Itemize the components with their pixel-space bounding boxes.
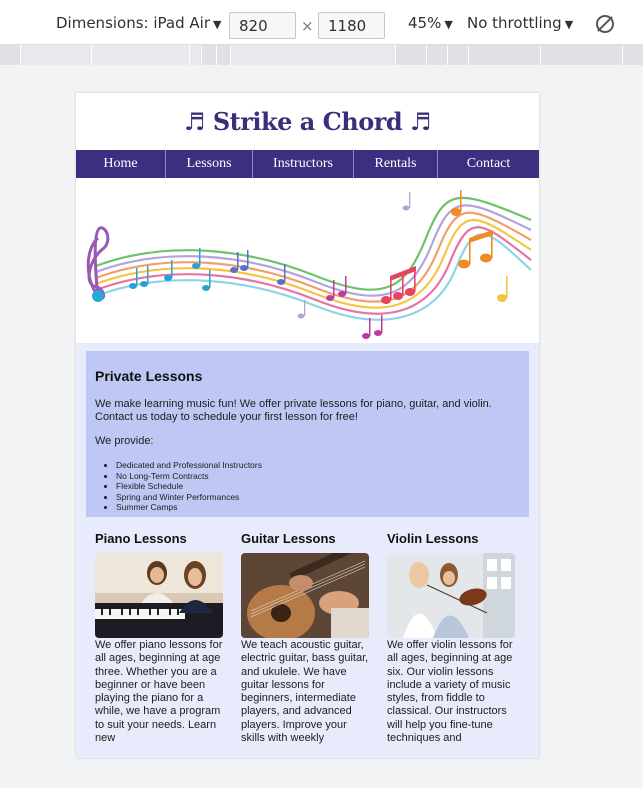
provide-label: We provide: xyxy=(95,435,154,447)
list-item: Dedicated and Professional Instructors xyxy=(116,460,520,471)
main-content: Private Lessons We make learning music f… xyxy=(76,343,539,758)
zoom-select[interactable]: 45% ▼ xyxy=(408,14,453,32)
device-viewport: ♬ Strike a Chord ♬ Home Lessons Instruct… xyxy=(76,93,539,758)
nav-home[interactable]: Home xyxy=(76,150,166,178)
throttle-label: No throttling xyxy=(467,14,562,32)
private-lessons-section: Private Lessons We make learning music f… xyxy=(86,351,529,517)
throttle-select[interactable]: No throttling ▼ xyxy=(467,14,573,32)
piano-lessons-heading: Piano Lessons xyxy=(95,531,187,546)
chevron-down-icon: ▼ xyxy=(212,18,222,31)
chevron-down-icon: ▼ xyxy=(564,18,574,31)
height-input[interactable]: 1180 xyxy=(318,12,385,39)
width-input[interactable]: 820 xyxy=(229,12,296,39)
zoom-label: 45% xyxy=(408,14,442,32)
list-item: Flexible Schedule xyxy=(116,481,520,492)
device-toolbar: Dimensions: iPad Air ▼ 820 × 1180 45% ▼ No… xyxy=(0,0,643,45)
piano-lessons-text: We offer piano lessons for all ages, beg… xyxy=(95,639,223,745)
private-lessons-intro: We make learning music fun! We offer pri… xyxy=(95,398,492,423)
piano-lessons-photo xyxy=(95,553,223,638)
device-label: Dimensions: iPad Air xyxy=(56,14,210,32)
nav-instructors[interactable]: Instructors xyxy=(253,150,354,178)
nav-contact[interactable]: Contact xyxy=(438,150,539,178)
lessons-grid: Piano Lessons We offer piano lessons for… xyxy=(95,525,525,758)
main-nav: Home Lessons Instructors Rentals Contact xyxy=(76,150,539,178)
times-icon: × xyxy=(301,17,314,35)
site-title: ♬ Strike a Chord ♬ xyxy=(183,107,432,136)
site-header: ♬ Strike a Chord ♬ xyxy=(76,93,539,150)
violin-lesson-card: Violin Lessons We offer violin lessons f… xyxy=(387,525,517,745)
benefits-list: Dedicated and Professional Instructors N… xyxy=(116,460,520,513)
guitar-lessons-heading: Guitar Lessons xyxy=(241,531,336,546)
piano-lesson-card: Piano Lessons We offer piano lessons for… xyxy=(95,525,225,745)
nav-rentals[interactable]: Rentals xyxy=(354,150,438,178)
media-query-ruler[interactable] xyxy=(0,45,643,65)
violin-lessons-photo xyxy=(387,553,515,638)
chevron-down-icon: ▼ xyxy=(444,18,453,31)
device-select[interactable]: Dimensions: iPad Air ▼ xyxy=(56,14,221,32)
guitar-lesson-card: Guitar Lessons We teach acoustic guitar,… xyxy=(241,525,371,745)
list-item: No Long-Term Contracts xyxy=(116,471,520,482)
nav-lessons[interactable]: Lessons xyxy=(166,150,253,178)
private-lessons-heading: Private Lessons xyxy=(95,368,203,384)
list-item: Spring and Winter Performances xyxy=(116,492,520,503)
guitar-lessons-photo xyxy=(241,553,369,638)
list-item: Summer Camps xyxy=(116,502,520,513)
violin-lessons-text: We offer violin lessons for all ages, be… xyxy=(387,639,513,745)
rotate-icon[interactable] xyxy=(596,15,614,33)
hero-music-staff-image xyxy=(76,178,539,343)
violin-lessons-heading: Violin Lessons xyxy=(387,531,479,546)
guitar-lessons-text: We teach acoustic guitar, electric guita… xyxy=(241,639,369,745)
